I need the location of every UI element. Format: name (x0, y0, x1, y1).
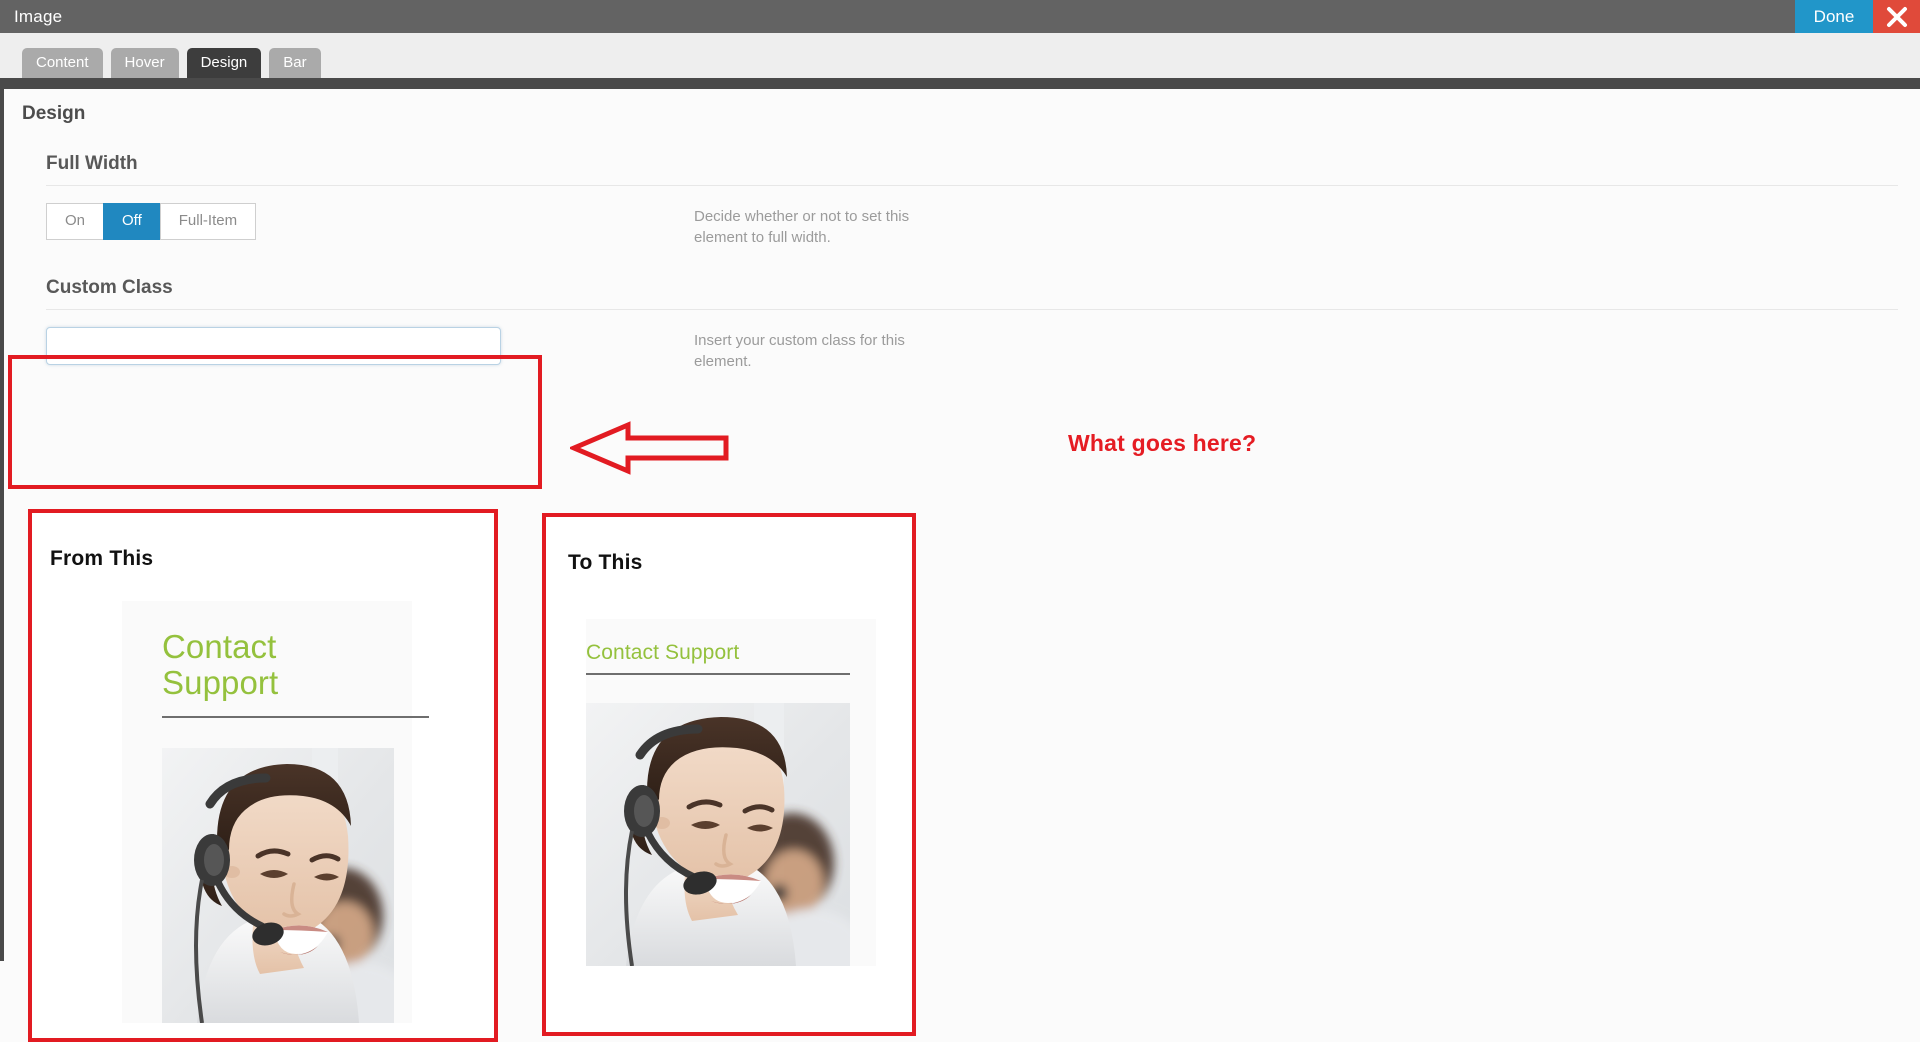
close-button[interactable] (1873, 0, 1920, 33)
full-width-option-fullitem[interactable]: Full-Item (159, 203, 257, 240)
from-this-photo (162, 747, 394, 1023)
full-width-segmented-control: On Off Full-Item (46, 203, 694, 240)
full-width-option-on[interactable]: On (46, 203, 105, 240)
from-this-label: From This (50, 547, 154, 570)
done-button[interactable]: Done (1795, 0, 1873, 33)
left-arrow-icon (567, 421, 730, 475)
to-this-widget-rule (586, 673, 850, 676)
custom-class-description: Insert your custom class for this elemen… (694, 331, 905, 370)
panel-title: Design (22, 103, 86, 124)
to-this-label: To This (568, 551, 643, 574)
tab-strip-underline (0, 78, 1920, 89)
from-this-widget-title: Contact Support (162, 628, 279, 702)
full-width-row: On Off Full-Item Decide whether or not t… (4, 186, 1920, 249)
custom-class-row: Insert your custom class for this elemen… (4, 310, 1920, 373)
tab-hover[interactable]: Hover (110, 48, 179, 78)
to-this-panel: To This Contact Support (546, 517, 912, 1032)
close-icon (1886, 6, 1908, 28)
tab-bar[interactable]: Bar (269, 48, 321, 78)
window-titlebar: Image Done (0, 0, 1920, 33)
full-width-option-off[interactable]: Off (103, 203, 161, 240)
design-panel: Design Full Width On Off Full-Item Decid… (0, 89, 1920, 1042)
to-this-widget-title: Contact Support (586, 641, 740, 664)
from-this-widget-rule (162, 715, 429, 718)
to-this-photo (586, 703, 850, 967)
custom-class-input[interactable] (46, 326, 501, 365)
full-width-description: Decide whether or not to set this elemen… (694, 208, 910, 247)
tab-design[interactable]: Design (186, 48, 262, 78)
full-width-control: On Off Full-Item (4, 203, 694, 240)
tab-content[interactable]: Content (22, 48, 103, 78)
full-width-heading: Full Width (46, 153, 138, 174)
callout-what-goes-here: What goes here? (1068, 430, 1257, 456)
titlebar-actions: Done (1795, 0, 1920, 33)
from-this-widget-preview: Contact Support (122, 601, 429, 1023)
custom-class-heading: Custom Class (46, 276, 173, 298)
to-this-widget-preview: Contact Support (586, 619, 876, 967)
section-full-width: Full Width On Off Full-Item Decide wheth… (4, 125, 1920, 249)
custom-class-control (4, 326, 694, 365)
from-this-panel: From This Contact Support (32, 513, 494, 1038)
section-custom-class: Custom Class Insert your custom class fo… (4, 249, 1920, 373)
tab-strip: Content Hover Design Bar (0, 33, 1920, 78)
highlight-box-custom-class (8, 355, 542, 489)
window-title: Image (14, 6, 63, 26)
